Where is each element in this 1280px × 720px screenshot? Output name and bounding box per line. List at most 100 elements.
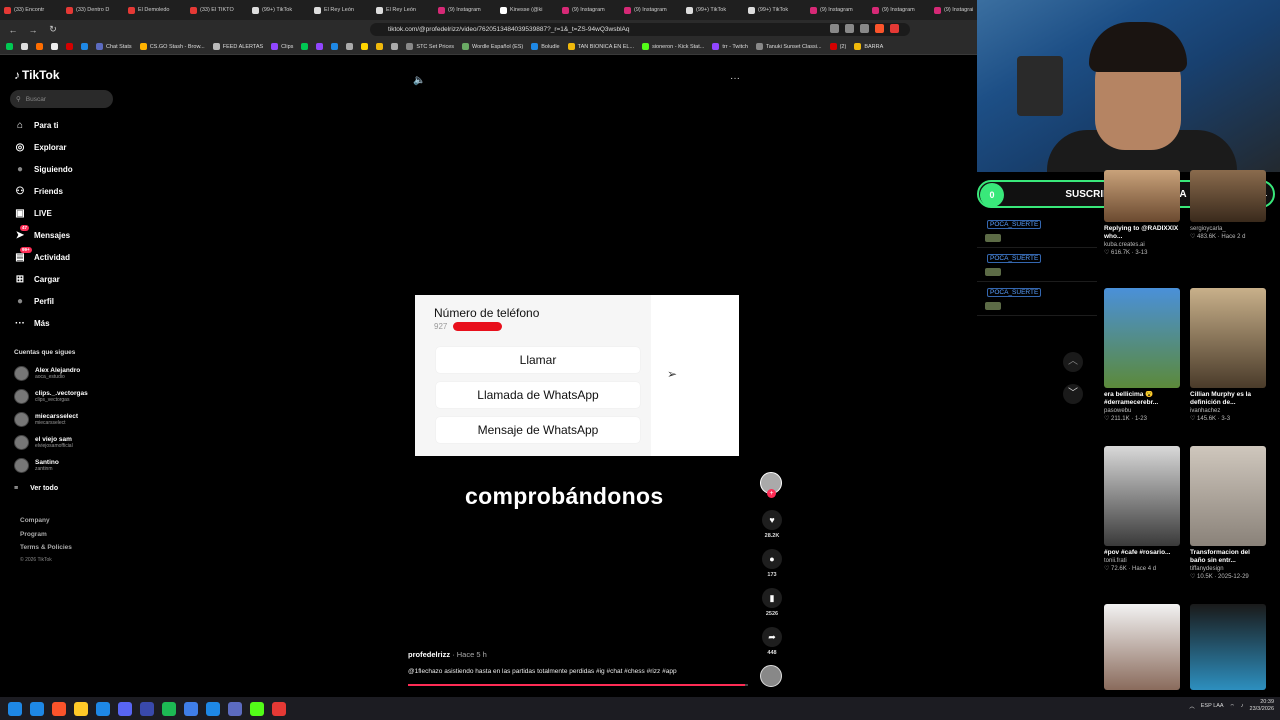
video-thumbnail[interactable] — [1104, 604, 1180, 690]
browser-tab[interactable]: (33) Encontr — [0, 0, 62, 20]
sidebar-item-perfil[interactable]: ● Perfil — [14, 295, 54, 307]
bookmark-item[interactable] — [346, 43, 354, 50]
bookmark-item[interactable] — [376, 43, 384, 50]
video-thumbnail[interactable] — [1104, 288, 1180, 388]
bookmark-item[interactable]: Tanuki Sunset Classi... — [755, 43, 822, 50]
taskbar-app-icon[interactable] — [140, 701, 154, 716]
taskbar-app-icon[interactable] — [228, 701, 242, 716]
tray-chevron-icon[interactable]: ︿ — [1189, 702, 1195, 710]
chevron-up-icon[interactable]: ︿ — [1063, 352, 1083, 372]
bookmark-item[interactable] — [66, 43, 73, 50]
extension-icon[interactable] — [875, 24, 884, 33]
sidebar-item-explorar[interactable]: ◎ Explorar — [14, 141, 67, 153]
browser-tab[interactable]: (9) Instagram — [806, 0, 868, 20]
see-all-button[interactable]: ≡ Ver todo — [14, 485, 58, 492]
bookmark-item[interactable] — [6, 43, 13, 50]
taskbar-app-icon[interactable] — [272, 701, 286, 716]
taskbar-app-icon[interactable] — [118, 701, 132, 716]
extension-icon[interactable] — [830, 24, 839, 33]
bookmark-item[interactable] — [331, 43, 339, 50]
taskbar-app-icon[interactable] — [162, 701, 176, 716]
sidebar-item-mensajes[interactable]: ➤ 47 Mensajes — [14, 225, 70, 241]
bookmark-item[interactable]: CS.GO Stash - Brow... — [139, 43, 205, 50]
footer-link[interactable]: Program — [20, 531, 47, 538]
video-thumbnail[interactable] — [1190, 446, 1266, 546]
browser-tab[interactable]: Kinesse (@ki — [496, 0, 558, 20]
bookmark-item[interactable] — [361, 43, 369, 50]
bookmark-item[interactable]: trr - Twitch — [712, 43, 748, 50]
browser-tab[interactable]: (99+) TikTok — [248, 0, 310, 20]
bookmark-item[interactable]: FEED ALERTAS — [212, 43, 263, 50]
like-button[interactable]: ♥ 28.2K — [758, 510, 786, 539]
sidebar-item-friends[interactable]: ⚇ Friends — [14, 185, 63, 197]
video-thumbnail[interactable] — [1190, 288, 1266, 388]
browser-tab[interactable]: (9) Instagram — [620, 0, 682, 20]
bookmark-item[interactable]: Wordle Español (ES) — [462, 43, 523, 50]
browser-tab[interactable]: (9) Instagram — [558, 0, 620, 20]
taskbar-app-icon[interactable] — [206, 701, 220, 716]
taskbar-app-icon[interactable] — [74, 701, 88, 716]
video-author[interactable]: profedelrizz · Hace 5 h — [408, 650, 487, 659]
video-player[interactable]: 🔈 ··· Número de teléfono 927 Llamar Llam… — [130, 55, 977, 695]
volume-tray-icon[interactable]: ♪ — [1241, 703, 1244, 709]
followed-account[interactable]: Santino zantinm — [14, 458, 59, 473]
browser-tab[interactable]: El Demoledo — [124, 0, 186, 20]
bookmark-item[interactable]: Chat Stats — [96, 43, 132, 50]
browser-tab[interactable]: (9) Instagram — [434, 0, 496, 20]
bookmark-item[interactable]: sioneron - Kick Stat... — [642, 43, 704, 50]
bookmark-item[interactable]: STC Set Prices — [406, 43, 454, 50]
browser-tab[interactable]: (33) El TIKTO — [186, 0, 248, 20]
sidebar-item-cargar[interactable]: ⊞ Cargar — [14, 273, 60, 285]
sidebar-item-siguiendo[interactable]: ● Siguiendo — [14, 163, 73, 175]
bookmark-item[interactable] — [391, 43, 399, 50]
chevron-down-icon[interactable]: ﹀ — [1063, 384, 1083, 404]
browser-tab[interactable]: (33) Dentro D — [62, 0, 124, 20]
extension-icon[interactable] — [890, 24, 899, 33]
video-thumbnail[interactable] — [1104, 446, 1180, 546]
extension-icon[interactable] — [860, 24, 869, 33]
followed-account[interactable]: clips._.vectorgas clips_vectorgas — [14, 389, 88, 404]
video-thumbnail[interactable] — [1190, 170, 1266, 222]
followed-account[interactable]: el viejo sam elviejosamofficial — [14, 435, 73, 450]
bookmark-item[interactable] — [51, 43, 58, 50]
forward-icon[interactable]: → — [26, 23, 40, 37]
tiktok-logo[interactable]: ♪ TikTok — [14, 68, 60, 82]
bookmark-item[interactable] — [81, 43, 88, 50]
bookmark-item[interactable]: Clips — [271, 43, 293, 50]
footer-link[interactable]: Company — [20, 517, 50, 524]
video-progress-bar[interactable] — [408, 684, 748, 686]
volume-icon[interactable]: 🔈 — [413, 75, 425, 86]
video-thumbnail[interactable] — [1104, 170, 1180, 222]
browser-tab[interactable]: (99+) TikTok — [744, 0, 806, 20]
music-disc[interactable] — [760, 665, 782, 687]
bookmark-item[interactable] — [301, 43, 309, 50]
sidebar-item-actividad[interactable]: ▤ 99+ Actividad — [14, 247, 70, 263]
address-bar[interactable]: tiktok.com/@profedelrizz/video/762051348… — [370, 23, 910, 36]
bookmark-item[interactable] — [36, 43, 43, 50]
footer-link[interactable]: Terms & Policies — [20, 544, 72, 551]
browser-tab[interactable]: El Rey León — [310, 0, 372, 20]
extension-icon[interactable] — [845, 24, 854, 33]
bookmark-item[interactable]: BARRA — [854, 43, 883, 50]
taskbar-app-icon[interactable] — [52, 701, 66, 716]
taskbar-app-icon[interactable] — [30, 701, 44, 716]
taskbar-app-icon[interactable] — [96, 701, 110, 716]
more-options-icon[interactable]: ··· — [730, 73, 740, 84]
language-indicator[interactable]: ESP LAA — [1201, 703, 1224, 709]
browser-tab[interactable]: (9) Instagrai — [930, 0, 977, 20]
start-icon[interactable] — [8, 701, 22, 716]
browser-tab[interactable]: El Rey León — [372, 0, 434, 20]
taskbar-app-icon[interactable] — [250, 701, 264, 716]
clock[interactable]: 20:39 23/3/2026 — [1250, 699, 1274, 713]
bookmark-item[interactable] — [21, 43, 28, 50]
followed-account[interactable]: Alex Alejandro aoca_estudio — [14, 366, 80, 381]
sidebar-item-ms[interactable]: ··· Más — [14, 317, 50, 329]
browser-tab[interactable]: (99+) TikTok — [682, 0, 744, 20]
sidebar-item-parati[interactable]: ⌂ Para ti — [14, 119, 59, 131]
follow-plus-icon[interactable]: + — [767, 489, 776, 498]
video-thumbnail[interactable] — [1190, 604, 1266, 690]
reload-icon[interactable]: ↻ — [46, 23, 60, 37]
network-icon[interactable]: ⌔ — [1230, 703, 1235, 710]
search-input[interactable]: ⚲ Buscar — [10, 90, 113, 108]
back-icon[interactable]: ← — [6, 23, 20, 37]
